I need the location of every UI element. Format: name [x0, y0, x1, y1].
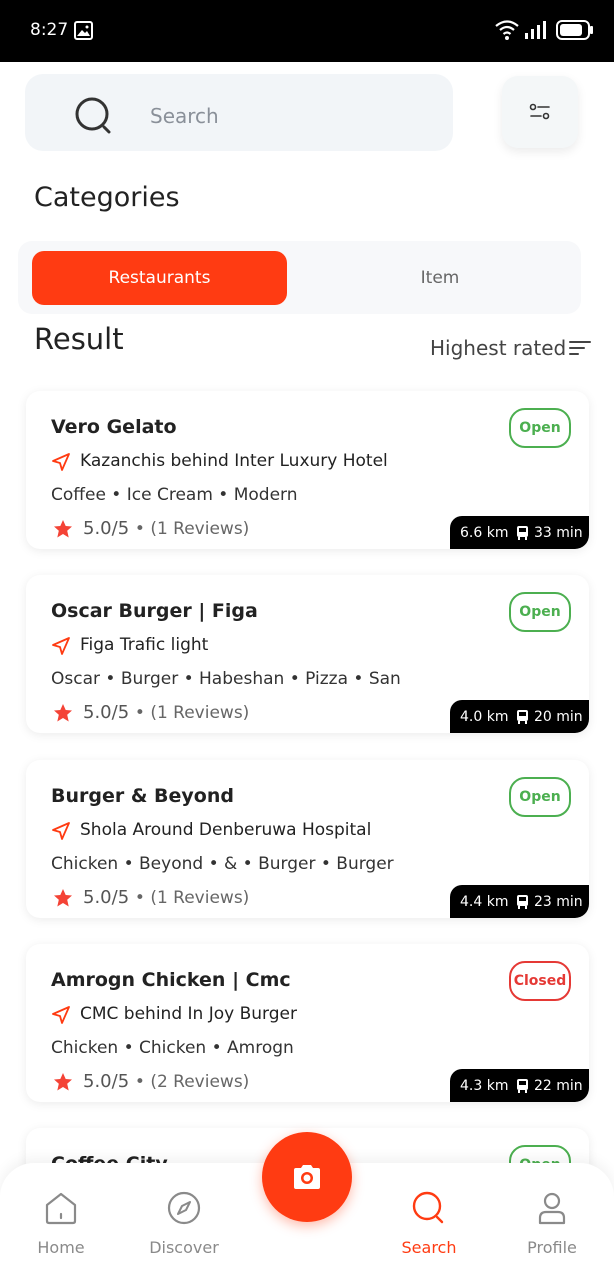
status-badge: Open [509, 592, 571, 632]
nav-discover[interactable]: Discover [134, 1190, 234, 1257]
travel-time: 33 min [534, 525, 583, 541]
travel-time: 22 min [534, 1078, 583, 1094]
restaurant-card[interactable]: Vero Gelato Open Kazanchis behind Inter … [26, 391, 589, 549]
home-icon [45, 1192, 77, 1225]
rating-value: 5.0/5 [83, 1071, 130, 1092]
restaurant-name: Burger & Beyond [51, 785, 234, 807]
status-time: 8:27 [30, 20, 69, 40]
restaurant-card[interactable]: Burger & Beyond Open Shola Around Denber… [26, 760, 589, 918]
distance: 6.6 km [460, 525, 509, 541]
star-icon [54, 889, 72, 907]
star-icon [54, 520, 72, 538]
sort-icon[interactable] [569, 340, 591, 356]
restaurant-tags: Coffee • Ice Cream • Modern [51, 485, 298, 505]
restaurant-name: Oscar Burger | Figa [51, 600, 258, 622]
rating: 5.0/5 • (1 Reviews) [83, 887, 249, 908]
navigation-icon [52, 637, 70, 655]
tab-item[interactable]: Item [300, 251, 580, 305]
battery-icon [556, 20, 593, 40]
restaurant-tags: Chicken • Beyond • & • Burger • Burger [51, 854, 394, 874]
rating-value: 5.0/5 [83, 887, 130, 908]
restaurant-name: Amrogn Chicken | Cmc [51, 969, 291, 991]
star-icon [54, 1073, 72, 1091]
rating: 5.0/5 • (1 Reviews) [83, 518, 249, 539]
restaurant-tags: Chicken • Chicken • Amrogn [51, 1038, 294, 1058]
review-count: • (2 Reviews) [134, 1072, 250, 1092]
star-icon [54, 704, 72, 722]
status-badge: Open [509, 777, 571, 817]
distance: 4.4 km [460, 894, 509, 910]
nav-discover-label: Discover [149, 1238, 219, 1257]
categories-title: Categories [34, 182, 180, 213]
review-count: • (1 Reviews) [134, 703, 250, 723]
profile-icon [538, 1192, 566, 1225]
distance-badge: 6.6 km 33 min [450, 516, 589, 549]
distance-badge: 4.4 km 23 min [450, 885, 589, 918]
result-title: Result [34, 322, 124, 356]
bus-icon [517, 895, 528, 909]
nav-search[interactable]: Search [379, 1190, 479, 1257]
wifi-icon [495, 20, 519, 40]
search-icon [412, 1191, 444, 1224]
navigation-icon [52, 453, 70, 471]
restaurant-card[interactable]: Oscar Burger | Figa Open Figa Trafic lig… [26, 575, 589, 733]
nav-profile-label: Profile [527, 1238, 577, 1257]
rating-value: 5.0/5 [83, 702, 130, 723]
bus-icon [517, 1079, 528, 1093]
travel-time: 23 min [534, 894, 583, 910]
restaurant-address: Figa Trafic light [80, 635, 209, 655]
review-count: • (1 Reviews) [134, 888, 250, 908]
restaurant-address: Kazanchis behind Inter Luxury Hotel [80, 451, 388, 471]
search-icon[interactable] [74, 96, 114, 136]
status-bar: 8:27 [0, 0, 614, 62]
rating: 5.0/5 • (1 Reviews) [83, 702, 249, 723]
distance-badge: 4.0 km 20 min [450, 700, 589, 733]
distance-badge: 4.3 km 22 min [450, 1069, 589, 1102]
signal-icon [525, 21, 546, 39]
image-icon [74, 21, 93, 40]
bus-icon [517, 710, 528, 724]
compass-icon [167, 1191, 201, 1225]
camera-icon [294, 1165, 320, 1189]
restaurant-address: CMC behind In Joy Burger [80, 1004, 297, 1024]
rating-value: 5.0/5 [83, 518, 130, 539]
navigation-icon [52, 1006, 70, 1024]
navigation-icon [52, 822, 70, 840]
search-input[interactable] [150, 100, 430, 132]
travel-time: 20 min [534, 709, 583, 725]
bus-icon [517, 526, 528, 540]
restaurant-name: Vero Gelato [51, 416, 177, 438]
review-count: • (1 Reviews) [134, 519, 250, 539]
nav-home[interactable]: Home [11, 1190, 111, 1257]
distance: 4.3 km [460, 1078, 509, 1094]
rating: 5.0/5 • (2 Reviews) [83, 1071, 249, 1092]
restaurant-address: Shola Around Denberuwa Hospital [80, 820, 372, 840]
status-badge: Closed [509, 961, 571, 1001]
sort-button[interactable]: Highest rated [430, 336, 566, 360]
nav-home-label: Home [37, 1238, 85, 1257]
nav-search-label: Search [401, 1238, 457, 1257]
nav-profile[interactable]: Profile [502, 1190, 602, 1257]
status-badge: Open [509, 408, 571, 448]
restaurant-tags: Oscar • Burger • Habeshan • Pizza • San [51, 669, 401, 689]
filter-button[interactable] [502, 76, 578, 148]
tab-restaurants[interactable]: Restaurants [32, 251, 287, 305]
camera-button[interactable] [262, 1132, 352, 1222]
distance: 4.0 km [460, 709, 509, 725]
restaurant-card[interactable]: Amrogn Chicken | Cmc Closed CMC behind I… [26, 944, 589, 1102]
filter-icon [529, 103, 550, 120]
